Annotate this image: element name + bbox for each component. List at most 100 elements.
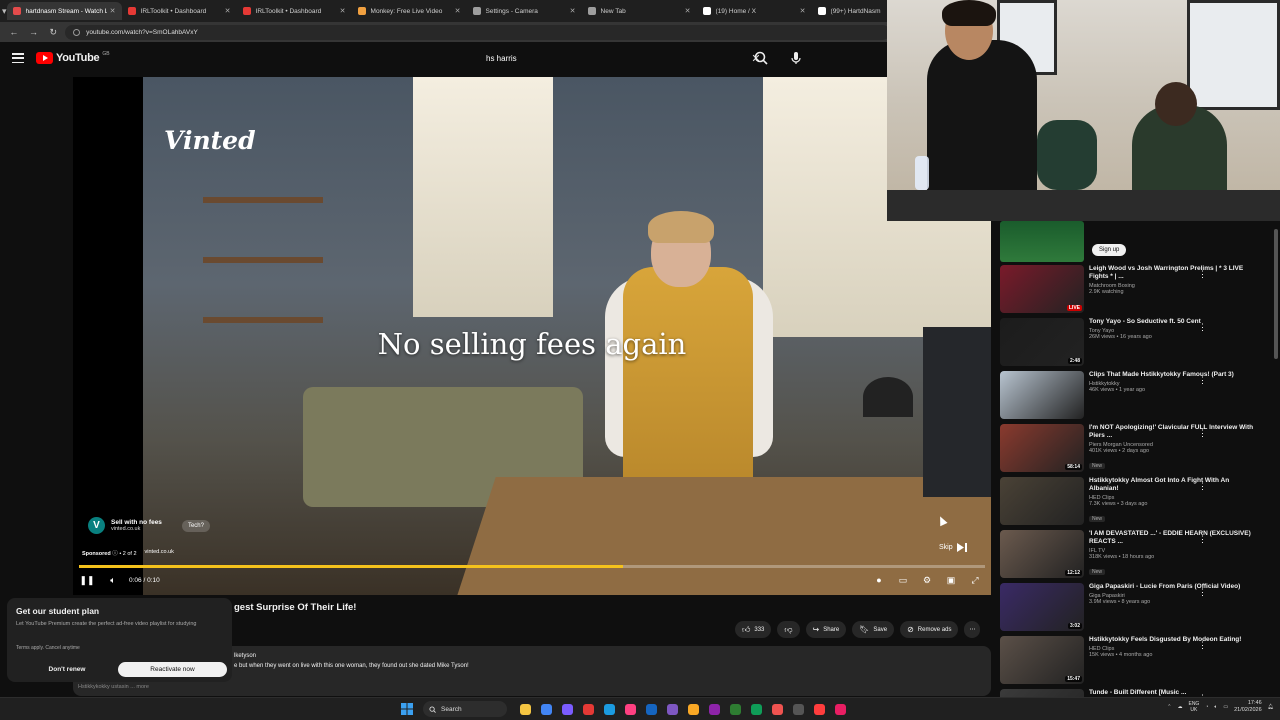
recommendation-item[interactable]: Hstikkytokky Almost Got Into A Fight Wit… xyxy=(1000,477,1270,527)
taskbar-app-icon[interactable] xyxy=(516,700,534,718)
recommendation-thumbnail[interactable]: 2:48 xyxy=(1000,318,1084,366)
more-vertical-icon[interactable]: ⋮ xyxy=(1198,428,1207,438)
taskbar-app-icon[interactable] xyxy=(789,700,807,718)
taskbar-app-icon[interactable] xyxy=(726,700,744,718)
tab-close-icon[interactable]: ✕ xyxy=(570,7,576,15)
browser-tab[interactable]: Monkey: Free Live Video ✕ xyxy=(352,2,467,20)
recommendation-title[interactable]: Hstikkytokky Feels Disgusted By Modeon E… xyxy=(1089,636,1254,644)
tray-onedrive-icon[interactable]: ☁ xyxy=(1177,704,1182,710)
more-actions-button[interactable]: ⋯ xyxy=(964,621,981,638)
taskbar-search[interactable]: Search xyxy=(423,701,507,717)
back-arrow-icon[interactable]: ← xyxy=(6,24,22,40)
taskbar-app-icon[interactable] xyxy=(537,700,555,718)
language-indicator[interactable]: ENG UK xyxy=(1188,701,1199,713)
taskbar-app-icon[interactable] xyxy=(579,700,597,718)
sidebar-scrollbar[interactable] xyxy=(1272,221,1278,697)
ad-cta-button[interactable]: Tech? xyxy=(181,519,210,532)
tray-chevron-icon[interactable]: ⌃ xyxy=(1167,704,1171,710)
recommendation-thumbnail[interactable] xyxy=(1000,371,1084,419)
sponsored-url[interactable]: vinted.co.uk xyxy=(145,549,174,557)
recommendation-thumbnail[interactable]: 12:12 xyxy=(1000,530,1084,578)
tab-close-icon[interactable]: ✕ xyxy=(340,7,346,15)
more-vertical-icon[interactable]: ⋮ xyxy=(1198,481,1207,491)
pause-icon[interactable]: ❚❚ xyxy=(79,572,95,588)
more-vertical-icon[interactable]: ⋮ xyxy=(1198,269,1207,279)
tab-close-icon[interactable]: ✕ xyxy=(110,7,116,15)
more-vertical-icon[interactable]: ⋮ xyxy=(1198,640,1207,650)
battery-icon[interactable]: ▭ xyxy=(1223,704,1228,710)
reload-icon[interactable]: ↻ xyxy=(45,24,61,40)
save-button[interactable]: 🔖︎ Save xyxy=(852,621,895,638)
remove-ads-button[interactable]: ⊘ Remove ads xyxy=(900,621,959,638)
share-button[interactable]: ↪ Share xyxy=(805,621,847,638)
notifications-bell-icon[interactable]: 🔔︎ xyxy=(1268,704,1274,710)
recommendation-thumbnail[interactable]: 3:02 xyxy=(1000,583,1084,631)
dont-renew-button[interactable]: Don't renew xyxy=(16,662,118,677)
video-player[interactable]: Vinted No selling fees again V Sell with… xyxy=(73,77,991,595)
recommendation-title[interactable]: Hstikkytokky Almost Got Into A Fight Wit… xyxy=(1089,477,1254,493)
recommendation-item[interactable]: 3:02 Giga Papaskiri - Lucie From Paris (O… xyxy=(1000,583,1270,633)
ad-progress-bar[interactable] xyxy=(79,565,985,568)
more-vertical-icon[interactable]: ⋮ xyxy=(1198,534,1207,544)
sign-up-button[interactable]: Sign up xyxy=(1092,244,1127,256)
dislike-button[interactable]: 👎︎ xyxy=(777,621,800,638)
recommendation-item[interactable]: LIVE Leigh Wood vs Josh Warrington Prelim… xyxy=(1000,265,1270,315)
settings-gear-icon[interactable]: ⚙ xyxy=(919,572,935,588)
clock[interactable]: 17:46 21/02/2026 xyxy=(1234,700,1262,714)
fullscreen-icon[interactable]: ⤢ xyxy=(967,572,983,588)
recommendation-thumbnail[interactable] xyxy=(1000,477,1084,525)
speaker-icon[interactable]: 🔈︎ xyxy=(1214,704,1217,710)
recommendation-item[interactable]: Tunde - Built Different [Music ...⋮ xyxy=(1000,689,1270,697)
recommendation-title[interactable]: I'm NOT Apologizing!' Clavicular FULL In… xyxy=(1089,424,1254,440)
taskbar-app-icon[interactable] xyxy=(642,700,660,718)
wifi-icon[interactable]: ◔ xyxy=(1205,704,1208,710)
tab-close-icon[interactable]: ✕ xyxy=(685,7,691,15)
ad-info-icon[interactable]: ⓘ xyxy=(112,551,118,557)
subtitles-icon[interactable]: ▭ xyxy=(895,572,911,588)
taskbar-app-icon[interactable] xyxy=(810,700,828,718)
forward-arrow-icon[interactable]: → xyxy=(26,24,42,40)
recommendation-item[interactable]: Clips That Made Hstikkytokky Famous! (Pa… xyxy=(1000,371,1270,421)
search-icon[interactable] xyxy=(753,50,769,66)
taskbar-app-icon[interactable] xyxy=(768,700,786,718)
scrollbar-thumb[interactable] xyxy=(1274,229,1278,359)
browser-tab[interactable]: IRLToolkit • Dashboard ✕ xyxy=(122,2,237,20)
taskbar-app-icon[interactable] xyxy=(663,700,681,718)
tab-close-icon[interactable]: ✕ xyxy=(225,7,231,15)
microphone-icon[interactable] xyxy=(788,50,804,66)
recommendation-thumbnail[interactable]: 58:14 xyxy=(1000,424,1084,472)
browser-tab[interactable]: (19) Home / X ✕ xyxy=(697,2,812,20)
reactivate-button[interactable]: Reactivate now xyxy=(118,662,227,677)
taskbar-app-icon[interactable] xyxy=(558,700,576,718)
recommendation-item[interactable]: 15:47 Hstikkytokky Feels Disgusted By Mod… xyxy=(1000,636,1270,686)
recommendation-title[interactable]: Tony Yayo - So Seductive ft. 50 Cent xyxy=(1089,318,1254,326)
search-input[interactable]: hs harris xyxy=(478,48,748,68)
recommendation-title[interactable]: Tunde - Built Different [Music ... xyxy=(1089,689,1254,697)
volume-icon[interactable]: 🔈︎ xyxy=(105,572,121,588)
site-info-icon[interactable] xyxy=(73,28,81,36)
more-vertical-icon[interactable]: ⋮ xyxy=(1198,587,1207,597)
taskbar-app-icon[interactable] xyxy=(747,700,765,718)
taskbar-app-icon[interactable] xyxy=(684,700,702,718)
more-vertical-icon[interactable]: ⋮ xyxy=(1198,375,1207,385)
sidebar-ad-thumbnail[interactable] xyxy=(1000,221,1084,262)
more-vertical-icon[interactable]: ⋮ xyxy=(1198,322,1207,332)
miniplayer-icon[interactable]: ▣ xyxy=(943,572,959,588)
recommendation-title[interactable]: Leigh Wood vs Josh Warrington Prelims | … xyxy=(1089,265,1254,281)
like-button[interactable]: 👍︎ 333 xyxy=(735,621,772,638)
skip-ad-button[interactable]: Skip xyxy=(939,543,967,552)
autoplay-toggle-icon[interactable]: ● xyxy=(871,572,887,588)
taskbar-app-icon[interactable] xyxy=(621,700,639,718)
ad-card[interactable]: V Sell with no fees vinted.co.uk Tech? xyxy=(88,517,210,534)
taskbar-app-icon[interactable] xyxy=(705,700,723,718)
recommendation-title[interactable]: Clips That Made Hstikkytokky Famous! (Pa… xyxy=(1089,371,1254,379)
recommendation-title[interactable]: Giga Papaskiri - Lucie From Paris (Offic… xyxy=(1089,583,1254,591)
recommendation-title[interactable]: 'I AM DEVASTATED ...' - EDDIE HEARN (EXC… xyxy=(1089,530,1254,546)
taskbar-app-icon[interactable] xyxy=(831,700,849,718)
youtube-logo[interactable]: YouTube GB xyxy=(36,51,110,64)
taskbar-app-icon[interactable] xyxy=(600,700,618,718)
hamburger-menu-icon[interactable] xyxy=(12,53,24,63)
browser-tab[interactable]: IRLToolkit • Dashboard ✕ xyxy=(237,2,352,20)
browser-tab[interactable]: New Tab ✕ xyxy=(582,2,697,20)
recommendation-thumbnail[interactable]: 15:47 xyxy=(1000,636,1084,684)
